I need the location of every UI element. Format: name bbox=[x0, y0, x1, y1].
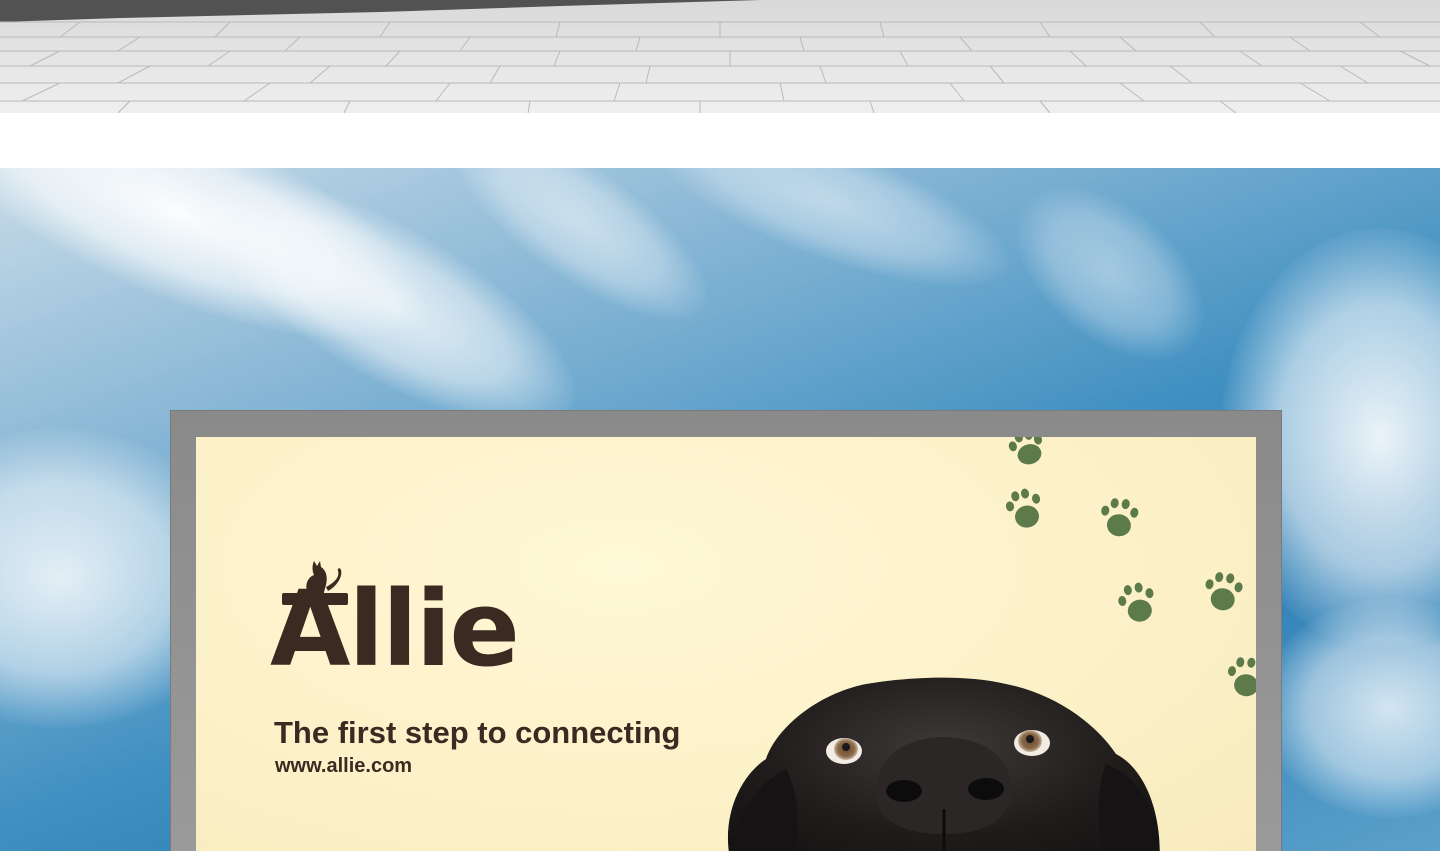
paw-print-icon bbox=[1008, 437, 1043, 465]
brand-name: Allie bbox=[270, 568, 520, 690]
dog-image bbox=[728, 677, 1160, 851]
paw-print-icon bbox=[1118, 582, 1154, 622]
tagline: The first step to connecting bbox=[274, 715, 681, 750]
paw-print-icon bbox=[1101, 498, 1139, 537]
pavement-photo bbox=[0, 0, 1440, 113]
billboard-ad: Allie The first step to connecting www.a… bbox=[196, 437, 1256, 851]
mockup-scene: Allie The first step to connecting www.a… bbox=[0, 0, 1440, 851]
cloud bbox=[983, 168, 1237, 394]
website-url: www.allie.com bbox=[275, 755, 413, 777]
paw-print-icon bbox=[1205, 572, 1243, 611]
paw-print-icon bbox=[1227, 657, 1256, 697]
pavement-tiles bbox=[0, 0, 1440, 113]
brand-logo: Allie bbox=[270, 555, 560, 695]
paw-print-icon bbox=[1005, 488, 1041, 528]
cloud bbox=[1260, 598, 1440, 818]
